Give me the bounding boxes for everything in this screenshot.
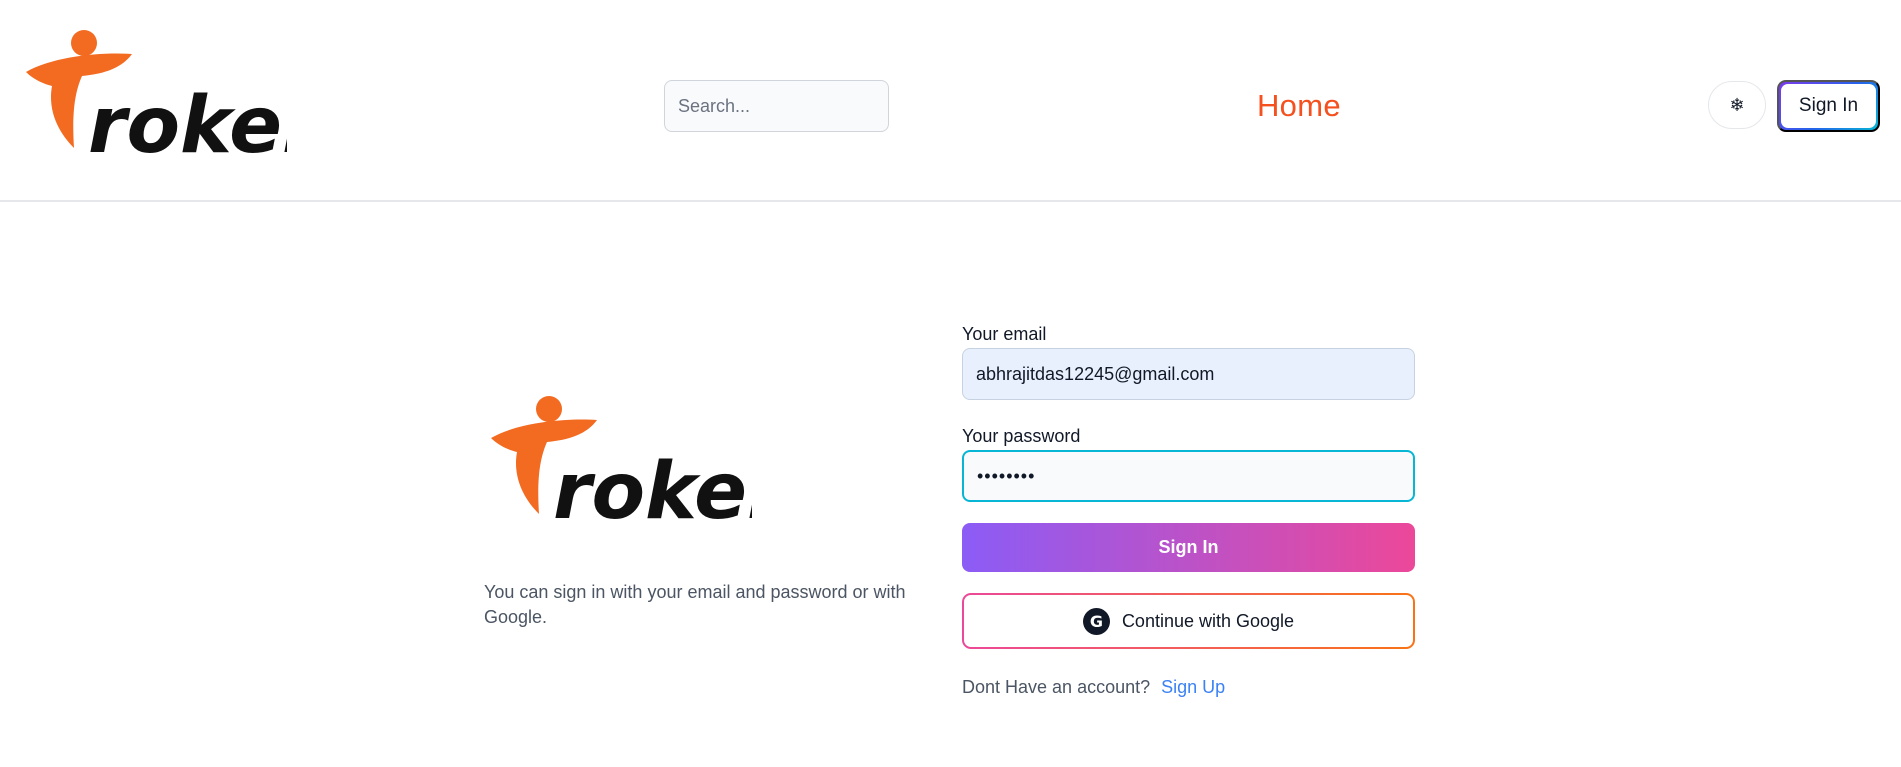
- header-sign-in-label: Sign In: [1781, 84, 1876, 128]
- nav-home-link[interactable]: Home: [1257, 88, 1341, 124]
- password-label: Your password: [962, 426, 1081, 446]
- password-field[interactable]: [962, 450, 1415, 502]
- top-navbar: roker Home ❄ Sign In: [0, 0, 1901, 202]
- google-icon: G: [1082, 607, 1110, 635]
- email-label: Your email: [962, 324, 1047, 344]
- froker-logo-large: roker: [491, 396, 752, 526]
- google-sign-in-label: Continue with Google: [1121, 610, 1295, 631]
- search-input[interactable]: [664, 80, 889, 132]
- google-sign-in-button[interactable]: G Continue with Google: [962, 593, 1415, 649]
- google-sign-in-inner: G Continue with Google: [964, 595, 1413, 647]
- header-sign-in-button[interactable]: Sign In: [1777, 80, 1880, 132]
- sign-in-button[interactable]: Sign In: [962, 523, 1415, 572]
- logo-text: roker: [553, 447, 752, 526]
- theme-toggle-button[interactable]: ❄: [1708, 81, 1766, 129]
- sign-in-helper-text: You can sign in with your email and pass…: [484, 582, 906, 627]
- logo-head-icon: [536, 396, 562, 422]
- signup-prompt-text: Dont Have an account?: [962, 677, 1151, 697]
- snowflake-icon: ❄: [1729, 94, 1745, 115]
- signup-prompt-row: Dont Have an account? Sign Up: [962, 677, 1225, 698]
- logo-head-icon: [71, 30, 97, 56]
- froker-logo[interactable]: roker: [22, 30, 287, 160]
- logo-text: roker: [88, 81, 287, 160]
- sign-up-link[interactable]: Sign Up: [1161, 677, 1225, 697]
- email-field[interactable]: [962, 348, 1415, 400]
